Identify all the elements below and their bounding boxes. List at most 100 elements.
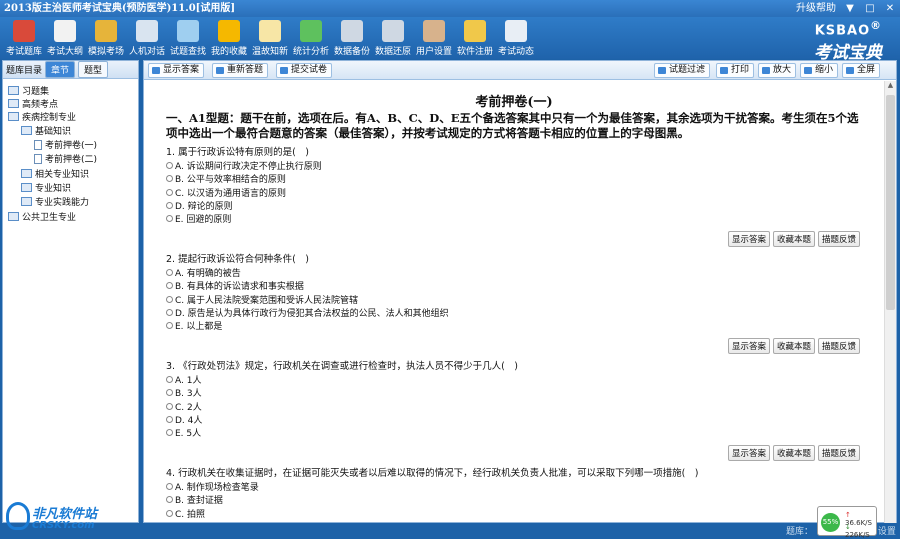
toolbar-item-5[interactable]: 我的收藏 xyxy=(209,19,249,57)
zoom-in-button[interactable]: 放大 xyxy=(758,63,797,78)
radio-button[interactable] xyxy=(166,188,173,196)
tab-question-type[interactable]: 题型 xyxy=(78,61,109,78)
radio-button[interactable] xyxy=(166,162,173,169)
main-panel: 显示答案 重新答题 提交试卷 试题过滤 打印 放大 缩小 全屏 考前押卷(一) … xyxy=(143,60,897,523)
radio-button[interactable] xyxy=(166,295,173,303)
window-title: 2013版主治医师考试宝典(预防医学)11.0[试用版] xyxy=(4,3,236,14)
question-favorite-button[interactable]: 收藏本题 xyxy=(772,231,815,247)
answer-option[interactable]: C. 属于人民法院受案范围和受诉人民法院管辖 xyxy=(166,293,358,306)
answer-option[interactable]: D. 4人 xyxy=(166,413,202,426)
answer-option[interactable]: B. 查封证据 xyxy=(166,493,223,506)
scroll-up-icon[interactable]: ▲ xyxy=(885,81,896,92)
left-panel: 题库目录 章节 题型 习题集 高频考点 疾病控制专业 基础知识 考前押卷(一) 考前押卷(… xyxy=(2,60,139,523)
tree-node[interactable]: 疾病控制专业 xyxy=(8,110,76,123)
answer-option[interactable]: E. 回避的原则 xyxy=(166,212,231,225)
toolbar-item-6[interactable]: 温故知新 xyxy=(250,19,290,57)
bar-chart-icon xyxy=(300,20,322,42)
radio-button[interactable] xyxy=(166,322,173,330)
fullscreen-button[interactable]: 全屏 xyxy=(842,63,881,78)
answer-option-text: B. 有具体的诉讼请求和事实根据 xyxy=(175,282,304,293)
hammer-icon xyxy=(423,20,445,42)
download-speed: ↓ 226K/S xyxy=(845,523,876,539)
tree-node[interactable]: 考前押卷(一) xyxy=(34,138,97,151)
radio-button[interactable] xyxy=(166,308,173,316)
question-show-answer-button[interactable]: 显示答案 xyxy=(727,445,770,461)
radio-button[interactable] xyxy=(166,402,173,410)
answer-option[interactable]: A. 1人 xyxy=(166,373,201,386)
radio-button[interactable] xyxy=(166,282,173,290)
toolbar-item-label: 考试大纲 xyxy=(46,47,83,57)
settings-link[interactable]: 设置 xyxy=(878,527,896,537)
question-show-answer-button[interactable]: 显示答案 xyxy=(727,338,770,354)
tree-node-label: 疾病控制专业 xyxy=(22,113,77,123)
tree-node[interactable]: 高频考点 xyxy=(8,97,58,110)
answer-option[interactable]: B. 3人 xyxy=(166,386,202,399)
question-show-answer-button[interactable]: 显示答案 xyxy=(727,231,770,247)
tree-node[interactable]: 公共卫生专业 xyxy=(8,210,76,223)
answer-option[interactable]: E. 以上都是 xyxy=(166,319,222,332)
answer-option[interactable]: A. 制作现场检查笔录 xyxy=(166,480,259,493)
answer-option[interactable]: D. 原告是认为具体行政行为侵犯其合法权益的公民、法人和其他组织 xyxy=(166,306,449,319)
maximize-button[interactable]: □ xyxy=(864,0,876,17)
answer-option[interactable]: E. 5人 xyxy=(166,426,201,439)
radio-button[interactable] xyxy=(166,483,173,490)
question-favorite-button[interactable]: 收藏本题 xyxy=(772,338,815,354)
scrollbar-thumb[interactable] xyxy=(886,95,895,310)
toolbar-item-3[interactable]: 人机对话 xyxy=(127,19,167,57)
toolbar-item-4[interactable]: 试题查找 xyxy=(168,19,208,57)
toolbar-item-10[interactable]: 用户设置 xyxy=(414,19,454,57)
radio-button[interactable] xyxy=(166,269,173,276)
tree-node[interactable]: 相关专业知识 xyxy=(21,167,89,180)
answer-option-text: C. 属于人民法院受案范围和受诉人民法院管辖 xyxy=(175,295,359,306)
answer-option[interactable]: A. 诉讼期间行政决定不停止执行原则 xyxy=(166,159,322,172)
tree-node[interactable]: 习题集 xyxy=(8,84,49,97)
question-feedback-button[interactable]: 描题反馈 xyxy=(817,338,860,354)
radio-button[interactable] xyxy=(166,215,173,223)
answer-option[interactable]: B. 公平与效率相结合的原则 xyxy=(166,172,286,185)
answer-option[interactable]: C. 2人 xyxy=(166,400,202,413)
redo-button[interactable]: 重新答题 xyxy=(212,63,269,78)
radio-button[interactable] xyxy=(166,175,173,183)
disk-icon xyxy=(341,20,363,42)
radio-button[interactable] xyxy=(166,201,173,209)
zoom-out-button[interactable]: 缩小 xyxy=(800,63,839,78)
tree-node[interactable]: 基础知识 xyxy=(21,124,71,137)
tree-node-label: 公共卫生专业 xyxy=(22,213,77,223)
minimize-button[interactable]: ▼ xyxy=(844,0,856,17)
radio-button[interactable] xyxy=(166,376,173,383)
print-button[interactable]: 打印 xyxy=(716,63,755,78)
toolbar-item-2[interactable]: 模拟考场 xyxy=(86,19,126,57)
toolbar-item-7[interactable]: 统计分析 xyxy=(291,19,331,57)
watermark: 非凡软件站 CRSKY.com xyxy=(2,500,142,538)
question-feedback-button[interactable]: 描题反馈 xyxy=(817,445,860,461)
toolbar-item-8[interactable]: 数据备份 xyxy=(332,19,372,57)
answer-option[interactable]: C. 拍照 xyxy=(166,507,205,520)
radio-button[interactable] xyxy=(166,496,173,504)
radio-button[interactable] xyxy=(166,389,173,397)
radio-button[interactable] xyxy=(166,415,173,423)
toolbar-item-11[interactable]: 软件注册 xyxy=(455,19,495,57)
toolbar-item-0[interactable]: 考试题库 xyxy=(4,19,44,57)
question-favorite-button[interactable]: 收藏本题 xyxy=(772,445,815,461)
tree-node[interactable]: 专业知识 xyxy=(21,181,71,194)
toolbar-item-12[interactable]: 考试动态 xyxy=(496,19,536,57)
tree-node[interactable]: 专业实践能力 xyxy=(21,195,89,208)
toolbar-item-9[interactable]: 数据还原 xyxy=(373,19,413,57)
answer-option[interactable]: D. 辩论的原则 xyxy=(166,199,233,212)
show-answer-button[interactable]: 显示答案 xyxy=(148,63,205,78)
toolbar-item-1[interactable]: 考试大纲 xyxy=(45,19,85,57)
submit-paper-button[interactable]: 提交试卷 xyxy=(276,63,333,78)
radio-button[interactable] xyxy=(166,429,173,437)
radio-button[interactable] xyxy=(166,509,173,517)
tab-chapter[interactable]: 章节 xyxy=(45,61,76,78)
answer-option[interactable]: A. 有明确的被告 xyxy=(166,266,241,279)
tree-node-label: 相关专业知识 xyxy=(35,170,90,180)
answer-option[interactable]: B. 有具体的诉讼请求和事实根据 xyxy=(166,279,304,292)
tree-node[interactable]: 考前押卷(二) xyxy=(34,152,97,165)
answer-option[interactable]: C. 以汉语为通用语言的原则 xyxy=(166,186,286,199)
vertical-scrollbar[interactable]: ▲ xyxy=(884,81,896,523)
upgrade-help-menu[interactable]: 升级帮助 xyxy=(796,0,836,17)
question-feedback-button[interactable]: 描题反馈 xyxy=(817,231,860,247)
close-button[interactable]: ✕ xyxy=(884,0,896,17)
filter-button[interactable]: 试题过滤 xyxy=(654,63,711,78)
